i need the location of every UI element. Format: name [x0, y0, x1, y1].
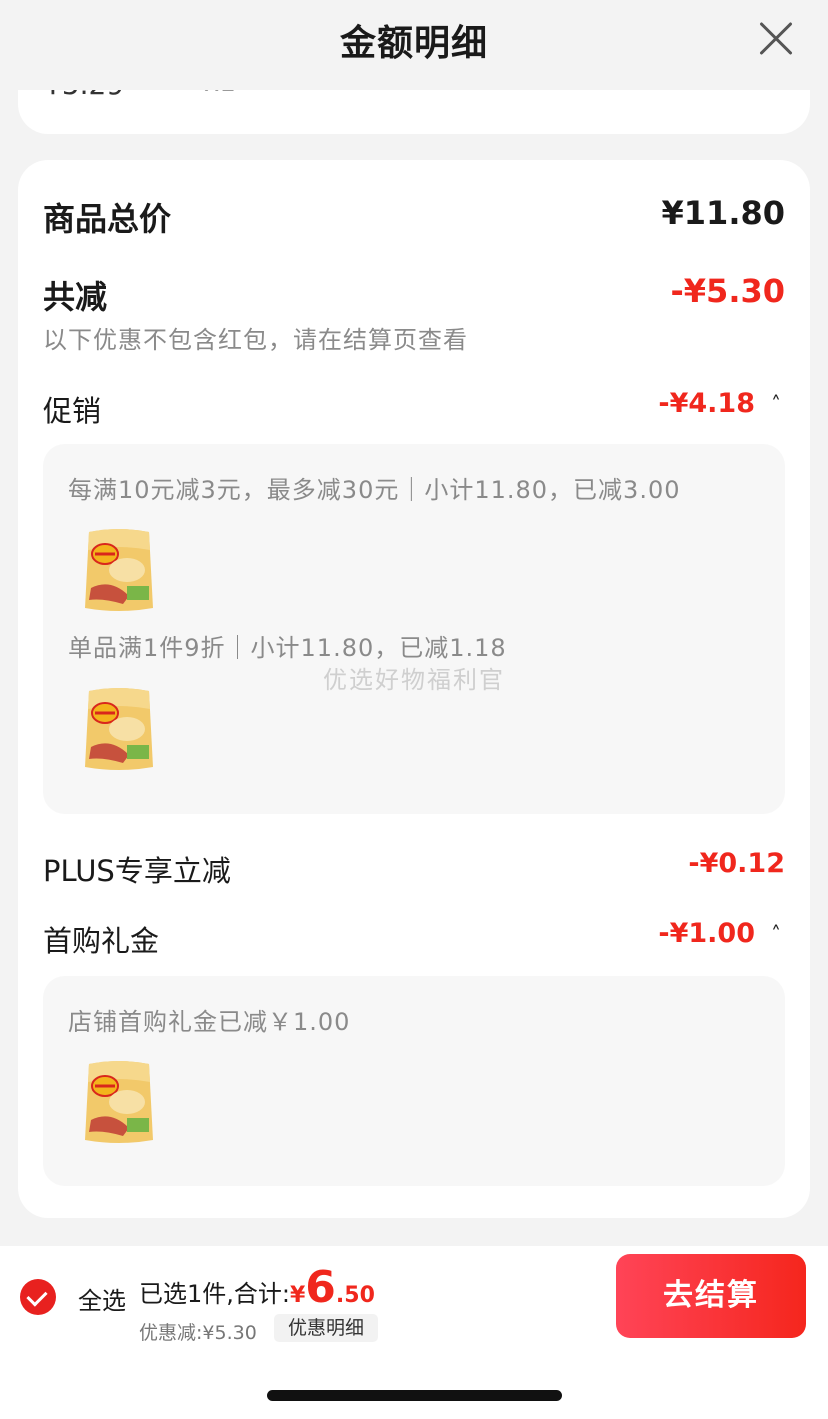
first-gift-label: 首购礼金 [43, 924, 160, 958]
header: 金额明细 [0, 0, 828, 90]
product-thumbnail [85, 529, 153, 611]
currency-symbol: ¥ [289, 1283, 306, 1308]
close-icon[interactable] [758, 20, 794, 56]
minus-value: -¥5.30 [670, 272, 786, 310]
watermark: 优选好物福利官 [323, 666, 505, 694]
promotion-detail-box: 每满10元减3元，最多减30元｜小计11.80，已减3.00 单品满1件9折｜小… [43, 444, 785, 814]
plus-label: PLUS专享立减 [43, 854, 231, 888]
promotion-rule-1: 每满10元减3元，最多减30元｜小计11.80，已减3.00 [68, 476, 681, 504]
select-all-checkbox[interactable] [20, 1279, 56, 1315]
first-gift-value: -¥1.00 [658, 918, 755, 949]
selected-summary: 已选1件,合计:¥6.50 [139, 1266, 375, 1310]
checkout-bar: 全选 已选1件,合计:¥6.50 优惠减:¥5.30 优惠明细 去结算 [0, 1246, 828, 1346]
chevron-up-icon[interactable]: ˄ [771, 392, 781, 416]
product-thumbnail [85, 1061, 153, 1143]
chevron-up-icon[interactable]: ˄ [771, 922, 781, 946]
discount-detail-button[interactable]: 优惠明细 [274, 1314, 379, 1342]
minus-row: 共减 -¥5.30 [43, 272, 786, 316]
plus-value: -¥0.12 [688, 848, 785, 879]
first-gift-detail-box: 店铺首购礼金已减￥1.00 [43, 976, 785, 1186]
product-thumbnail [85, 688, 153, 770]
plus-row: PLUS专享立减 -¥0.12 [43, 848, 785, 888]
minus-label: 共减 [43, 278, 108, 316]
redpacket-note: 以下优惠不包含红包，请在结算页查看 [43, 326, 468, 354]
promotion-rule-2: 单品满1件9折｜小计11.80，已减1.18 [68, 634, 507, 662]
home-indicator [267, 1390, 562, 1401]
promotion-value: -¥4.18 [658, 388, 755, 419]
discount-text: 优惠减:¥5.30 [139, 1322, 257, 1344]
promotion-row[interactable]: 促销 -¥4.18 ˄ [43, 388, 785, 428]
total-integer: 6 [305, 1262, 336, 1313]
total-decimal: .50 [335, 1283, 375, 1308]
total-label: 商品总价 [43, 200, 172, 238]
page-title: 金额明细 [339, 23, 488, 64]
first-gift-row[interactable]: 首购礼金 -¥1.00 ˄ [43, 918, 785, 958]
amount-detail-card: 商品总价 ¥11.80 共减 -¥5.30 以下优惠不包含红包，请在结算页查看 … [18, 160, 810, 1218]
selected-text: 已选1件,合计: [139, 1280, 290, 1308]
checkout-button[interactable]: 去结算 [616, 1254, 806, 1338]
promotion-label: 促销 [43, 394, 102, 428]
first-gift-rule: 店铺首购礼金已减￥1.00 [68, 1008, 351, 1036]
total-value: ¥11.80 [661, 194, 785, 232]
total-row: 商品总价 ¥11.80 [43, 194, 785, 238]
bottom-safe-area [0, 1346, 828, 1419]
select-all-label[interactable]: 全选 [78, 1281, 126, 1316]
